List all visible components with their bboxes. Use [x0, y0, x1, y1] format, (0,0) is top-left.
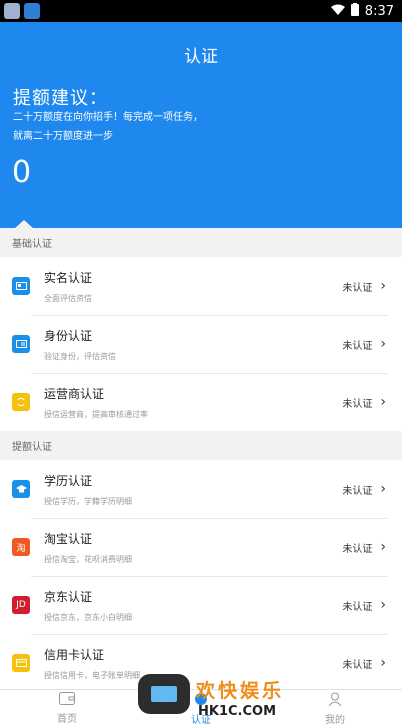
section-header-boost: 提额认证	[0, 431, 402, 460]
status-label: 未认证	[342, 543, 373, 555]
page-title: 认证	[184, 47, 218, 67]
item-title: 学历认证	[44, 473, 93, 488]
wallet-icon	[59, 692, 75, 708]
list-item-carrier[interactable]: 运营商认证 授信运营商，提高审核通过率 未认证 ›	[0, 373, 402, 431]
status-bar: 8:37	[0, 0, 402, 22]
item-title: 实名认证	[44, 270, 93, 285]
tab-label: 我的	[325, 714, 345, 726]
gamepad-icon	[138, 674, 190, 714]
suggestion-heading: 提额建议：	[13, 88, 108, 109]
watermark: 欢快娱乐 HK1C.COM	[138, 672, 298, 727]
basic-auth-list: 实名认证 全面评估资信 未认证 › 身份认证 验证身份，评估资信 未认证 › 运…	[0, 257, 402, 431]
clock: 8:37	[364, 3, 394, 19]
profile-card-icon	[12, 335, 30, 353]
list-item-real-name[interactable]: 实名认证 全面评估资信 未认证 ›	[0, 257, 402, 315]
chevron-right-icon: ›	[380, 336, 386, 352]
app-notification-icon	[4, 3, 20, 19]
taobao-icon: 淘	[12, 538, 30, 556]
chevron-right-icon: ›	[380, 278, 386, 294]
watermark-en: HK1C.COM	[198, 704, 277, 719]
credit-amount: 0	[12, 155, 32, 190]
app-notification-icon	[24, 3, 40, 19]
header-banner: 认证 提额建议： 二十万额度在向你招手！每完成一项任务， 就离二十万额度进一步 …	[0, 22, 402, 229]
chevron-right-icon: ›	[380, 655, 386, 671]
status-label: 未认证	[342, 398, 373, 410]
chevron-right-icon: ›	[380, 597, 386, 613]
item-subtitle: 授信淘宝，花呗消费明细	[44, 554, 132, 564]
watermark-cn: 欢快娱乐	[196, 680, 285, 702]
item-subtitle: 授信运营商，提高审核通过率	[44, 409, 148, 419]
item-subtitle: 全面评估资信	[44, 293, 92, 303]
item-title: 京东认证	[44, 589, 93, 604]
credit-card-icon	[12, 654, 30, 672]
suggestion-text: 二十万额度在向你招手！每完成一项任务， 就离二十万额度进一步	[13, 112, 203, 142]
status-label: 未认证	[342, 282, 373, 294]
status-label: 未认证	[342, 659, 373, 671]
id-card-icon	[12, 277, 30, 295]
item-title: 运营商认证	[44, 386, 105, 401]
item-subtitle: 验证身份，评估资信	[44, 351, 116, 361]
item-title: 身份认证	[44, 328, 93, 343]
chevron-right-icon: ›	[380, 394, 386, 410]
tab-label: 首页	[57, 714, 77, 725]
battery-icon	[350, 2, 359, 20]
item-title: 信用卡认证	[44, 647, 105, 662]
list-item-jd[interactable]: JD 京东认证 授信京东，京东小白明细 未认证 ›	[0, 576, 402, 634]
wifi-icon	[330, 4, 345, 19]
list-item-identity[interactable]: 身份认证 验证身份，评估资信 未认证 ›	[0, 315, 402, 373]
graduation-cap-icon	[12, 480, 30, 498]
chevron-right-icon: ›	[380, 539, 386, 555]
list-item-taobao[interactable]: 淘 淘宝认证 授信淘宝，花呗消费明细 未认证 ›	[0, 518, 402, 576]
list-item-education[interactable]: 学历认证 授信学历，学籍学历明细 未认证 ›	[0, 460, 402, 518]
sync-icon	[12, 393, 30, 411]
item-subtitle: 授信京东，京东小白明细	[44, 612, 132, 622]
boost-auth-list: 学历认证 授信学历，学籍学历明细 未认证 › 淘 淘宝认证 授信淘宝，花呗消费明…	[0, 460, 402, 692]
tab-home[interactable]: 首页	[0, 690, 134, 727]
item-subtitle: 授信学历，学籍学历明细	[44, 496, 132, 506]
status-label: 未认证	[342, 601, 373, 613]
jd-icon: JD	[12, 596, 30, 614]
chevron-right-icon: ›	[380, 481, 386, 497]
person-icon	[328, 692, 342, 709]
status-label: 未认证	[342, 485, 373, 497]
status-label: 未认证	[342, 340, 373, 352]
item-title: 淘宝认证	[44, 531, 93, 546]
section-header-basic: 基础认证	[0, 228, 402, 257]
